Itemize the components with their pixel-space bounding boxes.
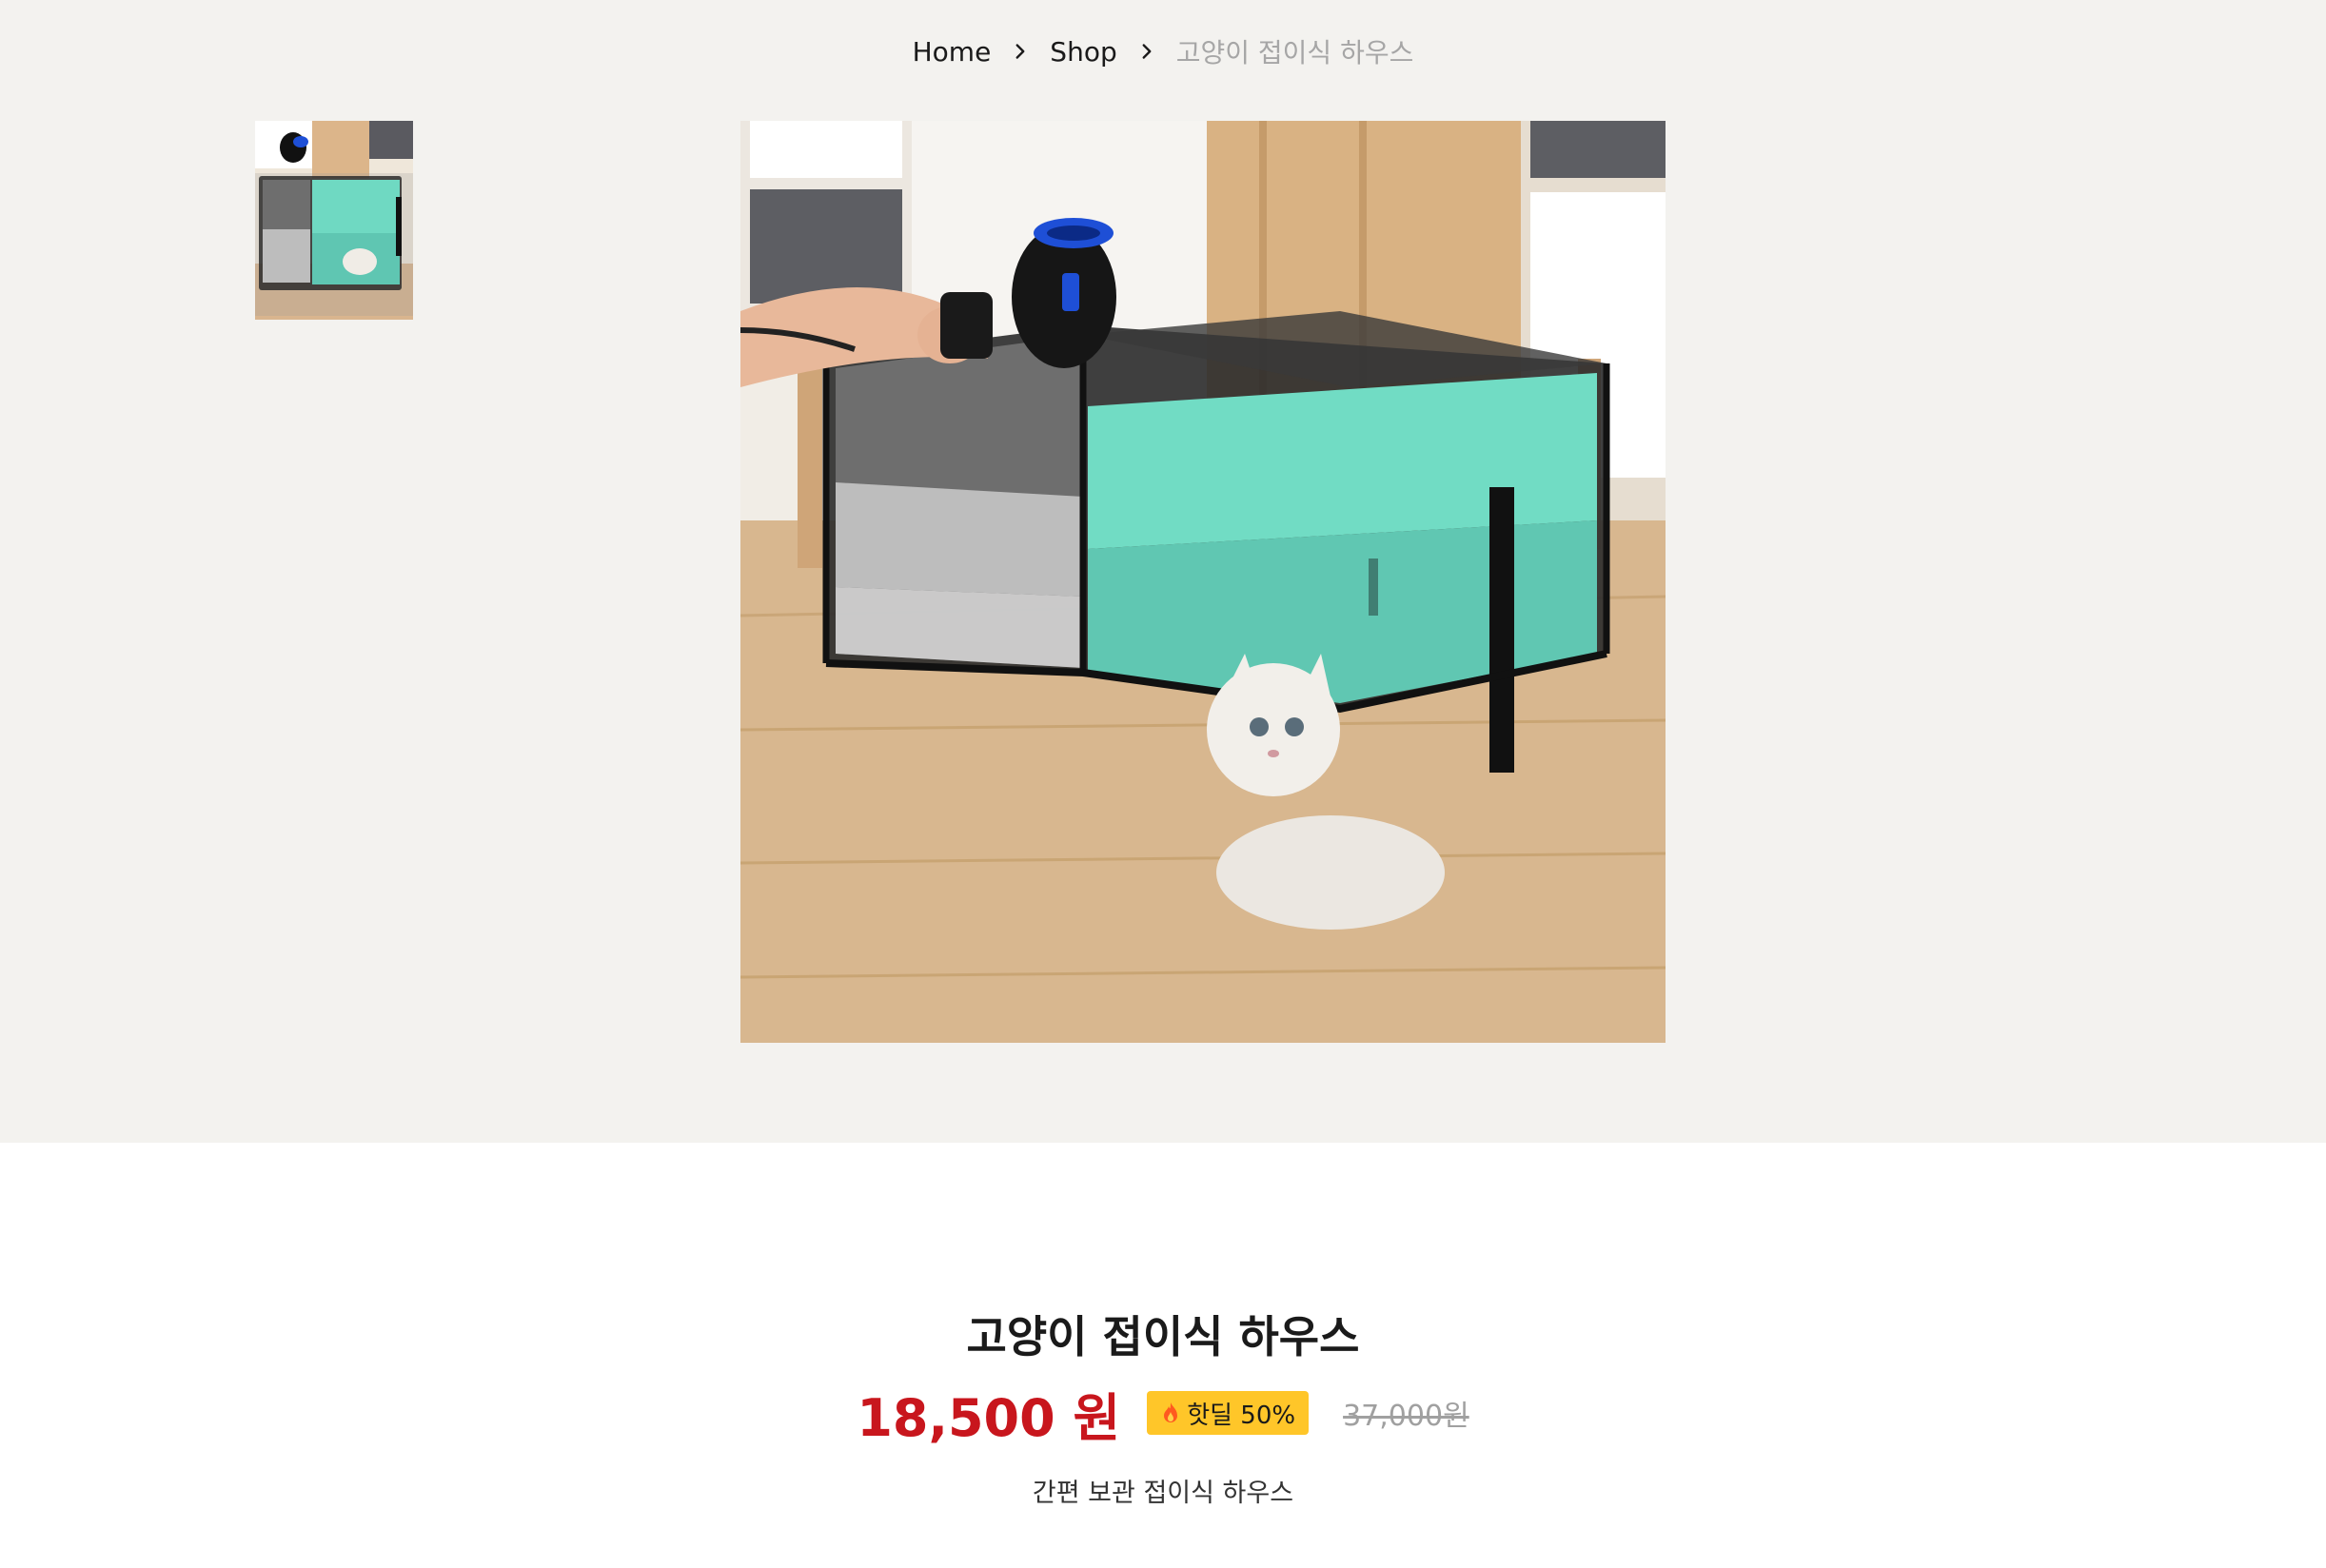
sale-price: 18,500 원 — [857, 1387, 1121, 1448]
original-price: 37,000원 — [1343, 1400, 1469, 1433]
product-gallery-section: Home Shop 고양이 접이식 하우스 — [0, 0, 2326, 1143]
product-subtitle: 간편 보관 접이식 하우스 — [1032, 1479, 1294, 1508]
flame-icon — [1160, 1401, 1181, 1425]
breadcrumb-home[interactable]: Home — [913, 36, 992, 68]
product-title: 고양이 접이식 하우스 — [966, 1311, 1360, 1362]
deal-badge: 핫딜 50% — [1147, 1391, 1310, 1435]
chevron-right-icon — [1008, 39, 1033, 64]
breadcrumb-shop[interactable]: Shop — [1050, 36, 1116, 68]
product-main-image — [740, 121, 1666, 1043]
deal-badge-label: 핫딜 50% — [1187, 1401, 1296, 1430]
chevron-right-icon — [1134, 39, 1159, 64]
product-thumbnail[interactable] — [255, 121, 413, 320]
product-info-section: 고양이 접이식 하우스 18,500 원 핫딜 50% 37,000원 간편 보… — [0, 1143, 2326, 1568]
breadcrumb: Home Shop 고양이 접이식 하우스 — [0, 29, 2326, 74]
price-row: 18,500 원 핫딜 50% 37,000원 — [0, 1379, 2326, 1448]
breadcrumb-current: 고양이 접이식 하우스 — [1175, 37, 1414, 69]
